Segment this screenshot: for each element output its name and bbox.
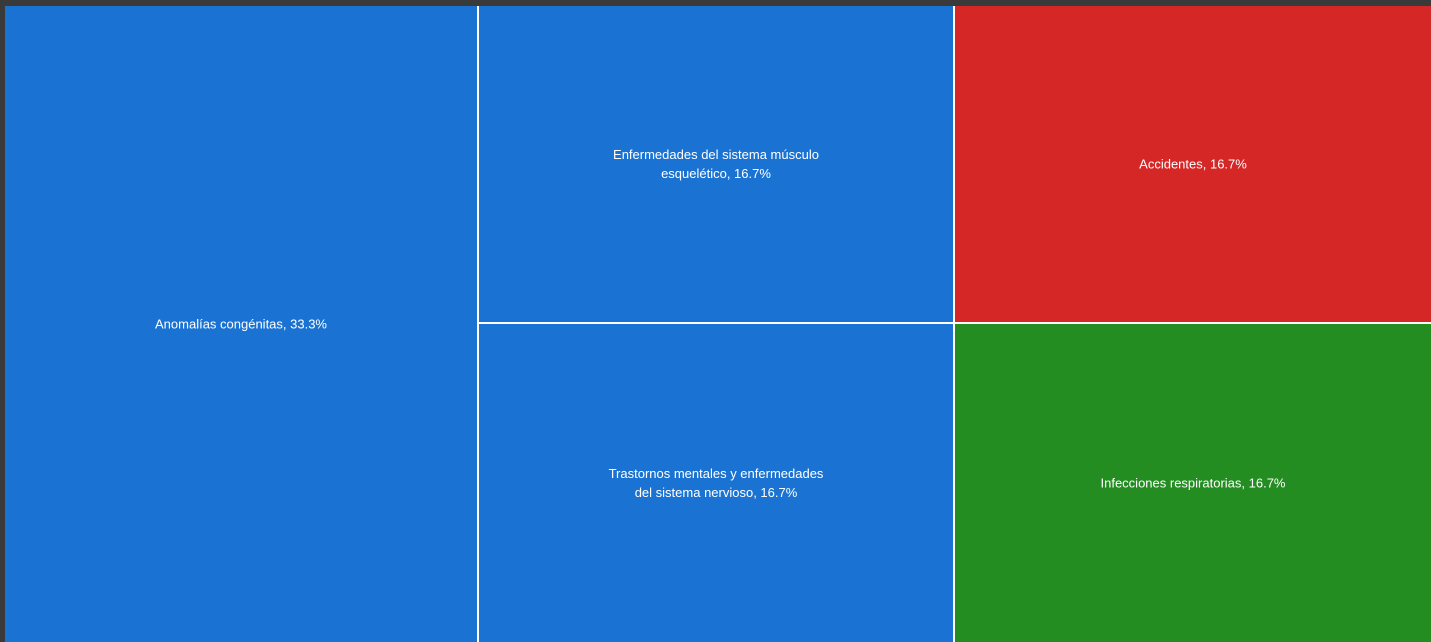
cell-label: Accidentes, 16.7% (1139, 156, 1247, 172)
treemap-cell-infecciones-respiratorias: Infecciones respiratorias, 16.7% (955, 324, 1431, 642)
cell-label: Anomalías congénitas, 33.3% (155, 316, 327, 332)
treemap-cell-anomalias-congenitas: Anomalías congénitas, 33.3% (5, 6, 477, 642)
cell-label: Trastornos mentales y enfermedades del s… (608, 466, 824, 500)
treemap-cell-trastornos-mentales: Trastornos mentales y enfermedades del s… (479, 324, 953, 642)
cell-label: Enfermedades del sistema músculo esquelé… (613, 147, 819, 181)
treemap-cell-accidentes: Accidentes, 16.7% (955, 6, 1431, 322)
treemap-cell-musculo-esqueletico: Enfermedades del sistema músculo esquelé… (479, 6, 953, 322)
treemap-chart: Anomalías congénitas, 33.3% Enfermedades… (5, 6, 1431, 642)
cell-label: Infecciones respiratorias, 16.7% (1100, 475, 1286, 491)
